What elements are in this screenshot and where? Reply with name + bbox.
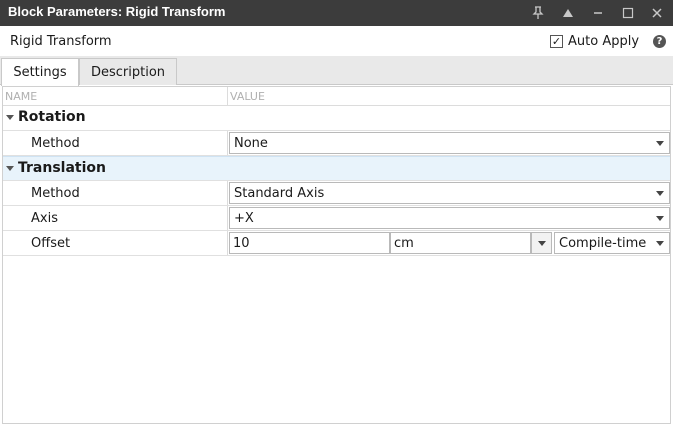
param-row-axis: Axis +X — [3, 206, 670, 231]
param-label-offset: Offset — [31, 236, 71, 251]
collapse-icon[interactable] — [554, 0, 582, 26]
tab-description[interactable]: Description — [79, 58, 177, 85]
group-label-rotation: Rotation — [18, 109, 86, 125]
name-cell: Axis — [3, 206, 228, 230]
expand-caret-icon[interactable] — [6, 115, 14, 120]
auto-apply-checkbox[interactable]: ✓ — [550, 35, 563, 48]
pin-icon[interactable] — [524, 0, 552, 26]
param-row-offset: Offset 10 cm Compile-time — [3, 231, 670, 256]
name-cell: Method — [3, 181, 228, 205]
chevron-down-icon — [656, 216, 664, 221]
expand-caret-icon[interactable] — [6, 166, 14, 171]
minimize-icon[interactable] — [584, 0, 612, 26]
window-title: Block Parameters: Rigid Transform — [8, 4, 226, 19]
offset-value: 10 — [233, 236, 250, 251]
chevron-down-icon — [656, 141, 664, 146]
tab-strip: Settings Description — [0, 56, 673, 86]
offset-mode-dropdown[interactable]: Compile-time — [554, 232, 670, 254]
maximize-icon[interactable] — [614, 0, 642, 26]
checkmark-icon: ✓ — [551, 35, 562, 48]
auto-apply-label: Auto Apply — [568, 34, 640, 49]
chevron-down-icon — [656, 191, 664, 196]
name-cell: Offset — [3, 231, 228, 255]
param-label-rotation-method: Method — [31, 136, 80, 151]
title-bar: Block Parameters: Rigid Transform — [0, 0, 673, 26]
column-header-name: NAME — [3, 87, 228, 106]
parameter-grid: NAME VALUE Rotation Method None Translat… — [2, 86, 671, 424]
tab-settings[interactable]: Settings — [1, 58, 79, 86]
offset-unit: cm — [394, 236, 414, 251]
auto-apply-toggle[interactable]: ✓ Auto Apply — [550, 34, 639, 49]
group-row-rotation[interactable]: Rotation — [3, 106, 670, 131]
tab-settings-label: Settings — [13, 65, 67, 80]
param-row-translation-method: Method Standard Axis — [3, 181, 670, 206]
dialog-header: Rigid Transform ✓ Auto Apply ? — [0, 26, 673, 56]
unit-dropdown-button[interactable] — [531, 232, 552, 254]
block-name: Rigid Transform — [10, 34, 112, 49]
param-row-rotation-method: Method None — [3, 131, 670, 156]
param-label-axis: Axis — [31, 211, 58, 226]
axis-value: +X — [234, 211, 254, 226]
name-cell: Method — [3, 131, 228, 155]
tab-description-label: Description — [90, 64, 166, 80]
group-label-translation: Translation — [18, 160, 106, 176]
close-icon[interactable] — [643, 0, 671, 26]
axis-dropdown[interactable]: +X — [229, 207, 670, 229]
column-header-value: VALUE — [228, 87, 670, 106]
offset-unit-input[interactable]: cm — [390, 232, 531, 254]
group-row-translation[interactable]: Translation — [3, 156, 670, 181]
translation-method-value: Standard Axis — [234, 186, 325, 201]
offset-value-input[interactable]: 10 — [229, 232, 390, 254]
param-label-translation-method: Method — [31, 186, 80, 201]
chevron-down-icon — [538, 241, 546, 246]
chevron-down-icon — [656, 241, 664, 246]
help-icon[interactable]: ? — [653, 35, 666, 48]
translation-method-dropdown[interactable]: Standard Axis — [229, 182, 670, 204]
offset-mode-value: Compile-time — [559, 236, 647, 251]
rotation-method-value: None — [234, 136, 268, 151]
help-glyph: ? — [656, 36, 663, 47]
rotation-method-dropdown[interactable]: None — [229, 132, 670, 154]
